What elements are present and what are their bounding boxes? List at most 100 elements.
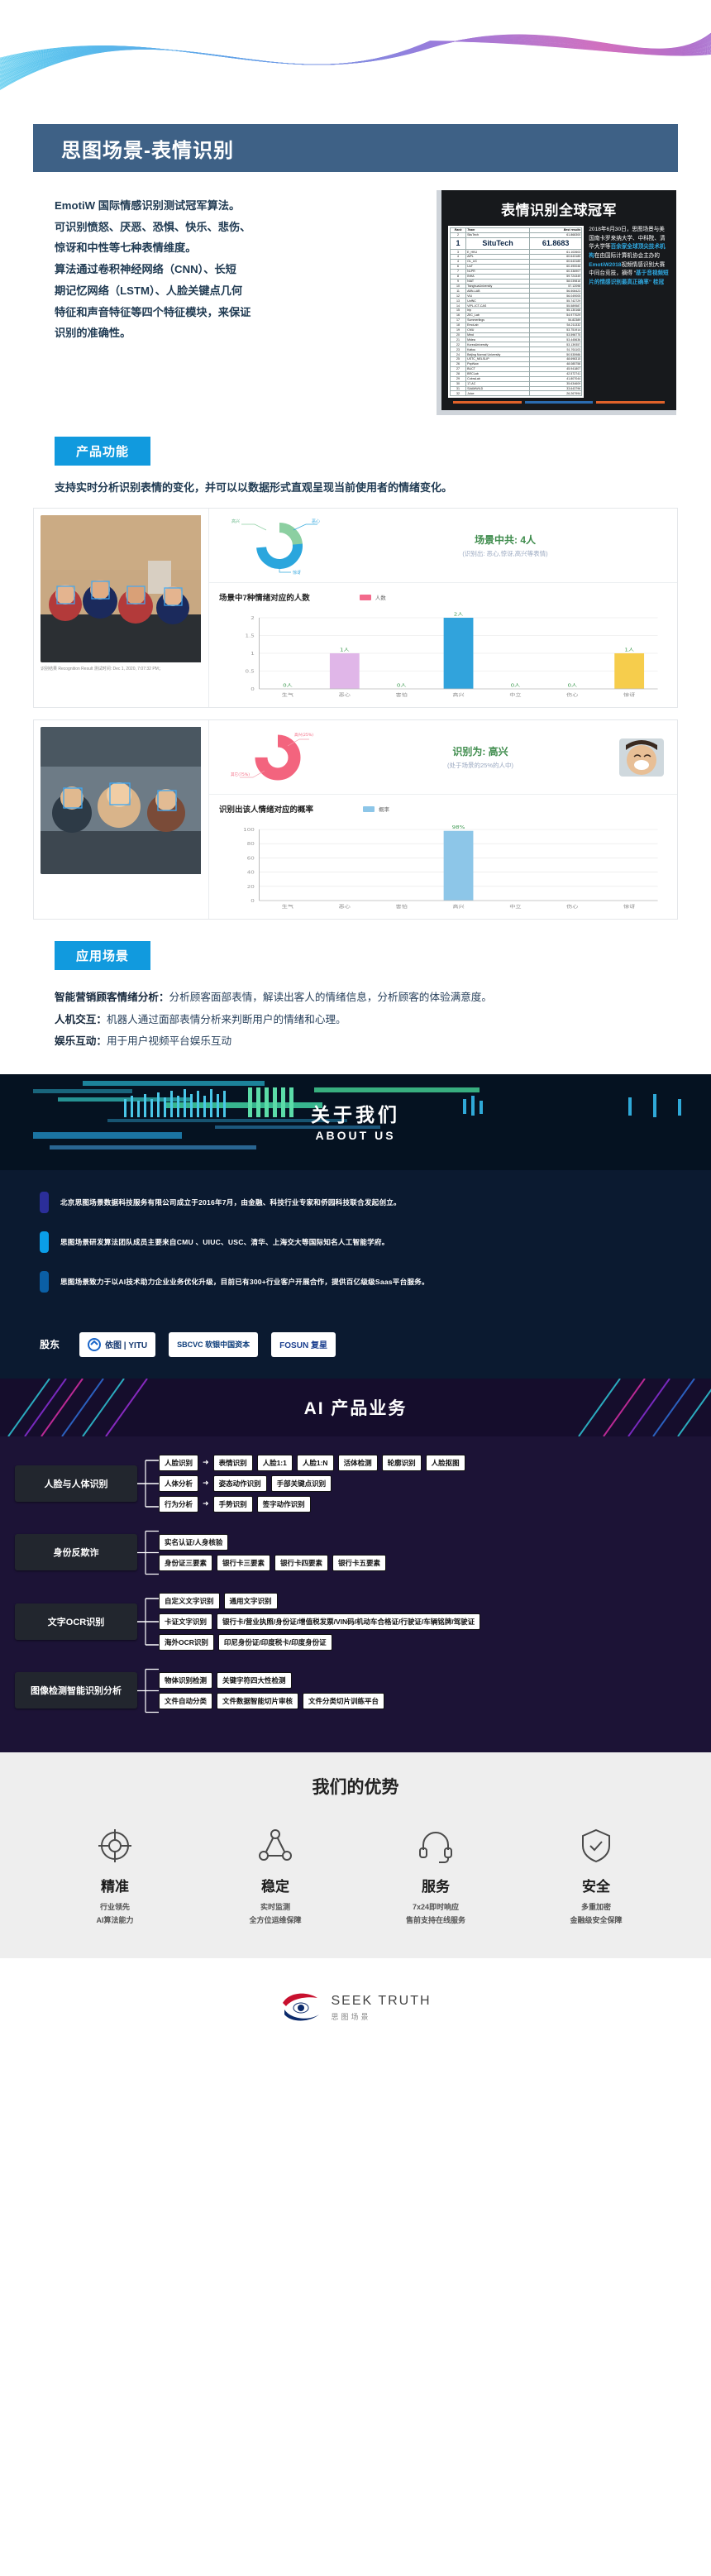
advantage-item-1: 精准 行业领先 AI算法能力 xyxy=(53,1822,177,1925)
about-row-text: 北京思图场景数据科技服务有限公司成立于2016年7月，由金融、科技行业专家和侨园… xyxy=(60,1197,401,1207)
ai-node[interactable]: 活体检测 xyxy=(337,1454,378,1471)
ai-node[interactable]: 表情识别 xyxy=(212,1454,253,1471)
ai-group-title[interactable]: 文字OCR识别 xyxy=(15,1603,137,1640)
ai-group-title[interactable]: 身份反欺诈 xyxy=(15,1534,137,1571)
about-row: 思图场景研发算法团队成员主要来自CMU 、UIUC、USC、清华、上海交大等国际… xyxy=(40,1231,671,1253)
svg-text:伤心: 伤心 xyxy=(566,904,578,909)
ai-node[interactable]: 人体分析 xyxy=(159,1474,199,1492)
ai-node[interactable]: 人脸抠图 xyxy=(425,1454,465,1471)
scenario-item: 娱乐互动：用于用户视频平台娱乐互动 xyxy=(55,1030,678,1052)
ai-node[interactable]: 身份证三要素 xyxy=(159,1554,213,1571)
headset-icon xyxy=(374,1822,498,1870)
demo1-donut-chart: 高兴 恶心 惊讶 xyxy=(217,513,341,579)
ai-node[interactable]: 海外OCR识别 xyxy=(159,1633,214,1651)
svg-text:0: 0 xyxy=(251,687,255,692)
champion-card-shadow: 表情识别全球冠军 Rank Team Best results 2 SituTech 61… xyxy=(437,190,676,416)
ai-node-row: 海外OCR识别 印尼身份证/印度税卡/印度身份证 xyxy=(159,1633,696,1651)
demo1-legend: 人数 xyxy=(359,593,386,602)
advantage-item-4: 安全 多重加密 金融级安全保障 xyxy=(534,1822,658,1925)
scenario-item-text: 机器人通过面部表情分析来判断用户的情绪和心理。 xyxy=(106,1013,346,1025)
demo2-bar-area: 识别出该人情绪对应的概率 概率 0 20 40 60 80 100 生气 恶心 害怕 98% 高兴 中… xyxy=(209,795,677,919)
ai-node[interactable]: 印尼身份证/印度税卡/印度身份证 xyxy=(217,1633,332,1651)
ai-node[interactable]: 手部关键点识别 xyxy=(270,1474,332,1492)
ai-node[interactable]: 行为分析 xyxy=(159,1495,199,1513)
about-row-marker xyxy=(40,1270,49,1293)
ai-node[interactable]: 人脸识别 xyxy=(159,1454,199,1471)
ai-node[interactable]: 文件数据智能切片审核 xyxy=(217,1692,299,1709)
ai-node[interactable]: 银行卡四要素 xyxy=(274,1554,329,1571)
about-row-marker xyxy=(40,1191,49,1213)
partner-label-fosun: FOSUN 复星 xyxy=(279,1341,327,1351)
ai-business-banner: AI 产品业务 xyxy=(0,1378,711,1436)
scenario-item-title: 人机交互： xyxy=(55,1013,107,1025)
svg-text:害怕: 害怕 xyxy=(396,692,408,697)
ai-node[interactable]: 人脸1:1 xyxy=(256,1454,293,1471)
advantage-name: 服务 xyxy=(422,1878,450,1895)
ai-node[interactable]: 物体识别检测 xyxy=(159,1671,213,1689)
ai-node[interactable]: 人脸1:N xyxy=(296,1454,334,1471)
champion-card-footer xyxy=(448,401,670,404)
ai-node[interactable]: 卡证文字识别 xyxy=(159,1613,213,1630)
scenario-item-title: 娱乐互动： xyxy=(55,1035,107,1048)
ai-group-title[interactable]: 图像检测智能识别分析 xyxy=(15,1672,137,1709)
about-body: 北京思图场景数据科技服务有限公司成立于2016年7月，由金融、科技行业专家和侨园… xyxy=(0,1169,711,1329)
footer-brand-cn: 思图场景 xyxy=(331,2012,371,2021)
about-row-marker xyxy=(40,1231,49,1253)
page-title: 思图场景-表情识别 xyxy=(61,139,234,162)
ai-business-title: AI 产品业务 xyxy=(303,1398,408,1418)
arrow-icon: ➜ xyxy=(203,1458,209,1467)
ai-node[interactable]: 银行卡五要素 xyxy=(332,1554,387,1571)
yitu-mark-icon xyxy=(88,1337,102,1351)
svg-text:40: 40 xyxy=(247,871,255,876)
svg-text:0.5: 0.5 xyxy=(245,670,254,675)
ai-node[interactable]: 银行卡/营业执照/身份证/增值税发票/VIN码/机动车合格证/行驶证/车辆铭牌/… xyxy=(217,1613,481,1630)
advantage-item-3: 服务 7x24即时响应 售前支持在线服务 xyxy=(374,1822,498,1925)
ai-node[interactable]: 自定义文字识别 xyxy=(159,1592,220,1609)
demo2-summary-sub: (处于场景的25%的人中) xyxy=(446,762,513,770)
ai-node[interactable]: 关键字符四大性检测 xyxy=(217,1671,292,1689)
about-title-en: ABOUT US xyxy=(315,1128,396,1142)
connector-brace xyxy=(137,1526,159,1580)
scenario-list: 智能营销顾客情绪分析：分析顾客面部表情，解读出客人的情绪信息，分析顾客的体验满意… xyxy=(0,970,711,1052)
demo1-legend-label: 人数 xyxy=(375,595,386,602)
advantage-line2: 售前支持在线服务 xyxy=(405,1915,465,1924)
ai-node[interactable]: 通用文字识别 xyxy=(223,1592,278,1609)
svg-text:恶心: 恶心 xyxy=(312,519,320,524)
ai-node[interactable]: 手势识别 xyxy=(212,1495,253,1513)
partner-logo-sbcvc: SBCVC 软银中国资本 xyxy=(169,1331,259,1357)
svg-text:高兴: 高兴 xyxy=(452,692,464,697)
advantage-name: 稳定 xyxy=(261,1878,289,1895)
ai-node[interactable]: 文件自动分类 xyxy=(159,1692,213,1709)
advantage-name: 安全 xyxy=(582,1878,610,1895)
about-row-text: 思图场景研发算法团队成员主要来自CMU 、UIUC、USC、清华、上海交大等国际… xyxy=(60,1237,389,1246)
ai-node[interactable]: 文件分类切片训练平台 xyxy=(303,1692,385,1709)
ai-group-title[interactable]: 人脸与人体识别 xyxy=(15,1465,137,1502)
scenario-item-text: 分析顾客面部表情，解读出客人的情绪信息，分析顾客的体验满意度。 xyxy=(169,992,492,1004)
svg-text:0人: 0人 xyxy=(567,684,577,689)
scenario-item: 人机交互：机器人通过面部表情分析来判断用户的情绪和心理。 xyxy=(55,1009,678,1030)
demo2-donut-chart: 高兴(25%) 其它(75%) xyxy=(217,724,341,791)
scenario-header: 应用场景 xyxy=(0,941,711,971)
demo2-face-thumbnail xyxy=(619,738,664,777)
title-section: 思图场景-表情识别 xyxy=(0,124,711,172)
demo2-plot: 0 20 40 60 80 100 生气 恶心 害怕 98% 高兴 中立 伤心 惊讶 xyxy=(219,821,667,914)
demo2-photo-panel xyxy=(34,720,209,920)
ai-node[interactable]: 轮廓识别 xyxy=(381,1454,422,1471)
ai-node[interactable]: 银行卡三要素 xyxy=(217,1554,271,1571)
connector-brace xyxy=(137,1455,159,1513)
ai-node[interactable]: 实名认证/人身核验 xyxy=(159,1533,229,1551)
seektruth-logo-icon xyxy=(283,1993,320,2021)
svg-text:高兴: 高兴 xyxy=(452,904,464,909)
partner-label-sbcvc: SBCVC 软银中国资本 xyxy=(177,1341,251,1350)
advantage-line1: 7x24即时响应 xyxy=(412,1902,460,1911)
ai-node[interactable]: 姿态动作识别 xyxy=(212,1474,267,1492)
page-root: 思图场景-表情识别 EmotiW 国际情感识别测试冠军算法。 可识别愤怒、厌恶、… xyxy=(0,0,711,2057)
demo1-donut-row: 高兴 恶心 惊讶 场景中共: 4人 (识别出: 恶心,惊讶,高兴等表情) xyxy=(209,509,677,584)
ai-node[interactable]: 签字动作识别 xyxy=(256,1495,311,1513)
about-row-text: 思图场景致力于以AI技术助力企业业务优化升级，目前已有300+行业客户开展合作，… xyxy=(60,1277,429,1286)
arrow-icon: ➜ xyxy=(203,1479,209,1488)
ai-node-row: 卡证文字识别 银行卡/营业执照/身份证/增值税发票/VIN码/机动车合格证/行驶证… xyxy=(159,1613,696,1630)
svg-text:80: 80 xyxy=(247,842,255,847)
ai-node-row: 物体识别检测 关键字符四大性检测 xyxy=(159,1671,696,1689)
about-banner: 关于我们 ABOUT US xyxy=(0,1073,711,1170)
